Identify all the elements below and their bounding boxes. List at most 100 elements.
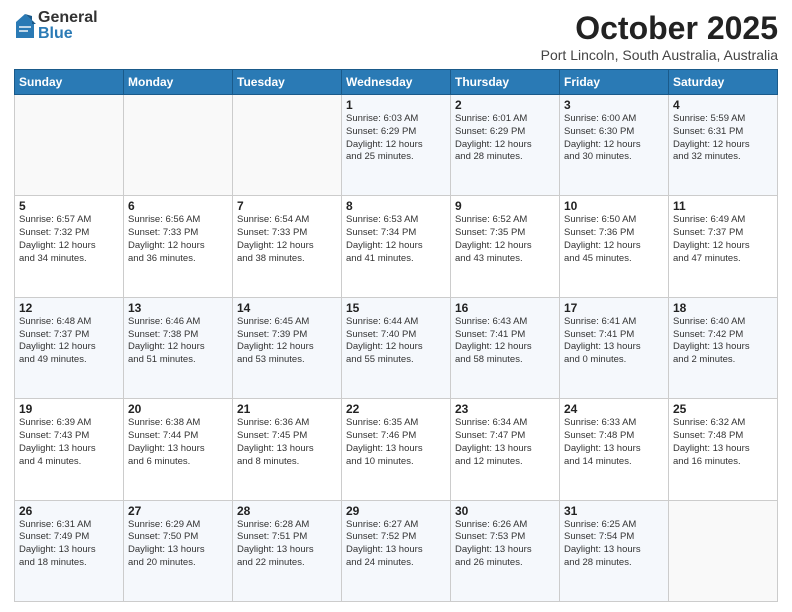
day-number: 15 [346,301,446,315]
day-number: 22 [346,402,446,416]
calendar-cell: 14Sunrise: 6:45 AM Sunset: 7:39 PM Dayli… [233,297,342,398]
logo-icon [14,12,36,40]
day-number: 21 [237,402,337,416]
day-header-wednesday: Wednesday [342,70,451,95]
calendar-cell: 24Sunrise: 6:33 AM Sunset: 7:48 PM Dayli… [560,399,669,500]
calendar-cell: 8Sunrise: 6:53 AM Sunset: 7:34 PM Daylig… [342,196,451,297]
day-number: 2 [455,98,555,112]
day-number: 6 [128,199,228,213]
calendar-cell: 17Sunrise: 6:41 AM Sunset: 7:41 PM Dayli… [560,297,669,398]
day-info: Sunrise: 6:52 AM Sunset: 7:35 PM Dayligh… [455,214,555,265]
day-info: Sunrise: 6:44 AM Sunset: 7:40 PM Dayligh… [346,316,446,367]
calendar-cell: 30Sunrise: 6:26 AM Sunset: 7:53 PM Dayli… [451,500,560,601]
day-info: Sunrise: 6:38 AM Sunset: 7:44 PM Dayligh… [128,417,228,468]
day-info: Sunrise: 6:49 AM Sunset: 7:37 PM Dayligh… [673,214,773,265]
day-info: Sunrise: 6:45 AM Sunset: 7:39 PM Dayligh… [237,316,337,367]
calendar-table: SundayMondayTuesdayWednesdayThursdayFrid… [14,69,778,602]
day-info: Sunrise: 6:39 AM Sunset: 7:43 PM Dayligh… [19,417,119,468]
calendar-cell: 20Sunrise: 6:38 AM Sunset: 7:44 PM Dayli… [124,399,233,500]
calendar-cell: 25Sunrise: 6:32 AM Sunset: 7:48 PM Dayli… [669,399,778,500]
day-info: Sunrise: 6:36 AM Sunset: 7:45 PM Dayligh… [237,417,337,468]
day-number: 4 [673,98,773,112]
day-number: 8 [346,199,446,213]
day-number: 3 [564,98,664,112]
calendar-cell: 18Sunrise: 6:40 AM Sunset: 7:42 PM Dayli… [669,297,778,398]
day-header-sunday: Sunday [15,70,124,95]
calendar-cell: 29Sunrise: 6:27 AM Sunset: 7:52 PM Dayli… [342,500,451,601]
title-block: October 2025 Port Lincoln, South Austral… [541,10,778,63]
logo-blue: Blue [38,26,98,42]
calendar-week-1: 1Sunrise: 6:03 AM Sunset: 6:29 PM Daylig… [15,95,778,196]
day-info: Sunrise: 6:34 AM Sunset: 7:47 PM Dayligh… [455,417,555,468]
day-number: 13 [128,301,228,315]
day-info: Sunrise: 6:31 AM Sunset: 7:49 PM Dayligh… [19,519,119,570]
calendar-cell: 2Sunrise: 6:01 AM Sunset: 6:29 PM Daylig… [451,95,560,196]
calendar-week-4: 19Sunrise: 6:39 AM Sunset: 7:43 PM Dayli… [15,399,778,500]
calendar-cell: 16Sunrise: 6:43 AM Sunset: 7:41 PM Dayli… [451,297,560,398]
day-number: 23 [455,402,555,416]
calendar-cell: 4Sunrise: 5:59 AM Sunset: 6:31 PM Daylig… [669,95,778,196]
day-info: Sunrise: 6:03 AM Sunset: 6:29 PM Dayligh… [346,113,446,164]
day-number: 30 [455,504,555,518]
day-info: Sunrise: 6:56 AM Sunset: 7:33 PM Dayligh… [128,214,228,265]
day-number: 11 [673,199,773,213]
calendar-cell: 28Sunrise: 6:28 AM Sunset: 7:51 PM Dayli… [233,500,342,601]
day-info: Sunrise: 6:41 AM Sunset: 7:41 PM Dayligh… [564,316,664,367]
calendar-week-5: 26Sunrise: 6:31 AM Sunset: 7:49 PM Dayli… [15,500,778,601]
calendar-header-row: SundayMondayTuesdayWednesdayThursdayFrid… [15,70,778,95]
day-header-friday: Friday [560,70,669,95]
page: General Blue October 2025 Port Lincoln, … [0,0,792,612]
day-info: Sunrise: 6:53 AM Sunset: 7:34 PM Dayligh… [346,214,446,265]
day-info: Sunrise: 6:26 AM Sunset: 7:53 PM Dayligh… [455,519,555,570]
day-info: Sunrise: 6:01 AM Sunset: 6:29 PM Dayligh… [455,113,555,164]
day-number: 5 [19,199,119,213]
calendar-cell: 19Sunrise: 6:39 AM Sunset: 7:43 PM Dayli… [15,399,124,500]
calendar-cell: 7Sunrise: 6:54 AM Sunset: 7:33 PM Daylig… [233,196,342,297]
day-info: Sunrise: 6:35 AM Sunset: 7:46 PM Dayligh… [346,417,446,468]
calendar-cell: 31Sunrise: 6:25 AM Sunset: 7:54 PM Dayli… [560,500,669,601]
location: Port Lincoln, South Australia, Australia [541,47,778,63]
day-number: 16 [455,301,555,315]
day-info: Sunrise: 6:43 AM Sunset: 7:41 PM Dayligh… [455,316,555,367]
day-info: Sunrise: 5:59 AM Sunset: 6:31 PM Dayligh… [673,113,773,164]
day-header-tuesday: Tuesday [233,70,342,95]
day-header-monday: Monday [124,70,233,95]
month-title: October 2025 [541,10,778,47]
day-number: 26 [19,504,119,518]
day-header-thursday: Thursday [451,70,560,95]
day-number: 27 [128,504,228,518]
calendar-cell: 9Sunrise: 6:52 AM Sunset: 7:35 PM Daylig… [451,196,560,297]
calendar-cell: 3Sunrise: 6:00 AM Sunset: 6:30 PM Daylig… [560,95,669,196]
calendar-cell: 11Sunrise: 6:49 AM Sunset: 7:37 PM Dayli… [669,196,778,297]
day-number: 12 [19,301,119,315]
day-info: Sunrise: 6:57 AM Sunset: 7:32 PM Dayligh… [19,214,119,265]
calendar-cell: 13Sunrise: 6:46 AM Sunset: 7:38 PM Dayli… [124,297,233,398]
day-number: 17 [564,301,664,315]
day-number: 7 [237,199,337,213]
calendar-week-3: 12Sunrise: 6:48 AM Sunset: 7:37 PM Dayli… [15,297,778,398]
day-info: Sunrise: 6:28 AM Sunset: 7:51 PM Dayligh… [237,519,337,570]
calendar-week-2: 5Sunrise: 6:57 AM Sunset: 7:32 PM Daylig… [15,196,778,297]
day-info: Sunrise: 6:29 AM Sunset: 7:50 PM Dayligh… [128,519,228,570]
calendar-cell: 23Sunrise: 6:34 AM Sunset: 7:47 PM Dayli… [451,399,560,500]
logo-general: General [38,10,98,26]
day-number: 31 [564,504,664,518]
header: General Blue October 2025 Port Lincoln, … [14,10,778,63]
day-info: Sunrise: 6:00 AM Sunset: 6:30 PM Dayligh… [564,113,664,164]
day-info: Sunrise: 6:46 AM Sunset: 7:38 PM Dayligh… [128,316,228,367]
logo: General Blue [14,10,98,42]
day-number: 20 [128,402,228,416]
calendar-cell: 5Sunrise: 6:57 AM Sunset: 7:32 PM Daylig… [15,196,124,297]
day-info: Sunrise: 6:48 AM Sunset: 7:37 PM Dayligh… [19,316,119,367]
day-number: 1 [346,98,446,112]
day-number: 14 [237,301,337,315]
calendar-cell [124,95,233,196]
logo-text: General Blue [38,10,98,42]
day-number: 18 [673,301,773,315]
calendar-cell [15,95,124,196]
calendar-cell: 1Sunrise: 6:03 AM Sunset: 6:29 PM Daylig… [342,95,451,196]
calendar-cell: 6Sunrise: 6:56 AM Sunset: 7:33 PM Daylig… [124,196,233,297]
day-number: 9 [455,199,555,213]
calendar-cell [233,95,342,196]
calendar-cell [669,500,778,601]
